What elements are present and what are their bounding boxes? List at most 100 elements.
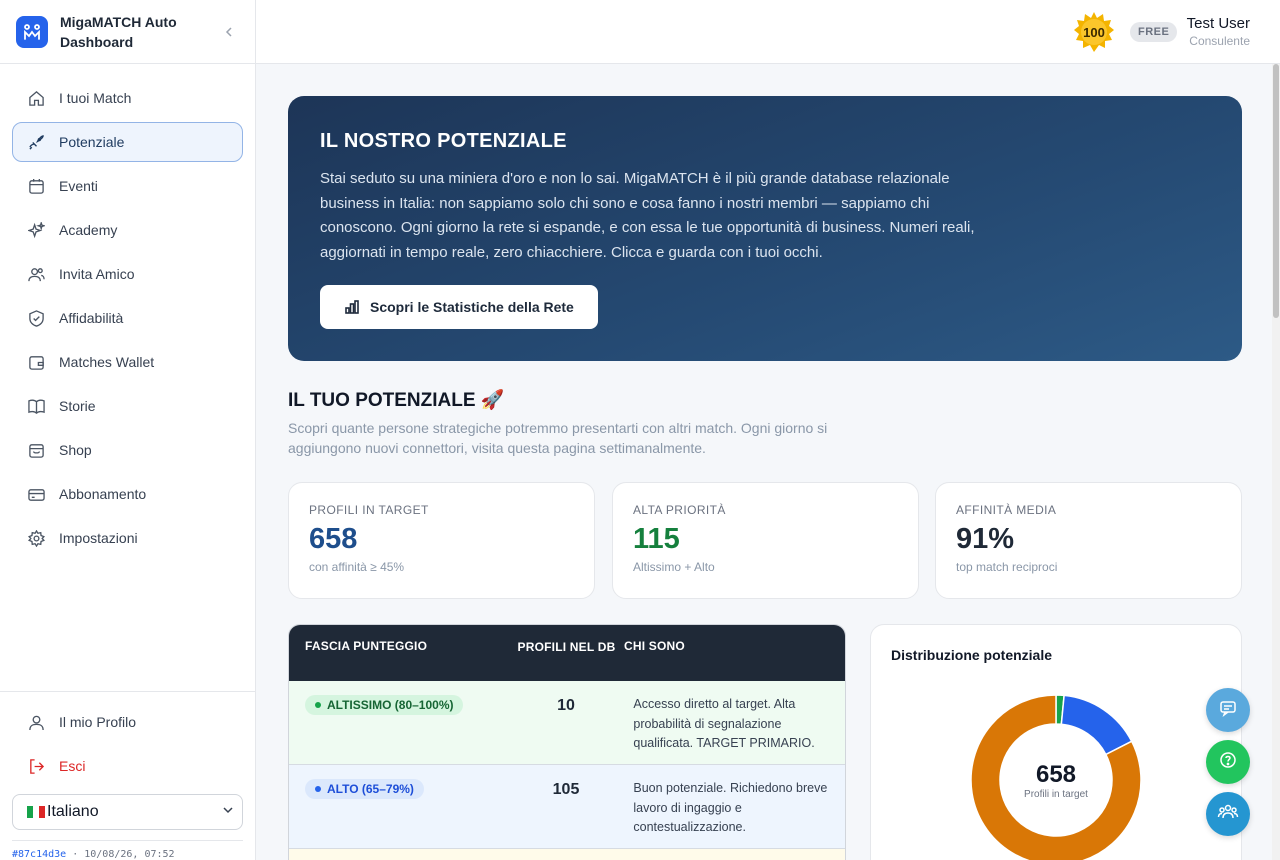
credit-card-icon [27, 485, 45, 503]
sidebar-item-label: Storie [59, 398, 96, 414]
build-hash: #87c14d3e [12, 849, 67, 860]
main-content: IL NOSTRO POTENZIALE Stai seduto su una … [256, 64, 1272, 860]
logout-button[interactable]: Esci [12, 746, 243, 786]
band-badge: ALTISSIMO (80–100%) [305, 695, 464, 715]
sidebar-item-impostazioni[interactable]: Impostazioni [12, 518, 243, 558]
stat-value: 115 [633, 523, 680, 555]
user-role: Consulente [1189, 34, 1250, 48]
table-row: ALTO (65–79%) 105 Buon potenziale. Richi… [289, 765, 845, 849]
sidebar-item-label: Impostazioni [59, 530, 138, 546]
calendar-icon [27, 177, 45, 195]
chevron-down-icon [222, 803, 234, 821]
build-info: #87c14d3e · 10/08/26, 07:52 [12, 840, 243, 860]
sidebar-item-label: Abbonamento [59, 486, 147, 502]
stat-card-priority: ALTA PRIORITÀ 115 Altissimo + Alto [612, 482, 919, 599]
user-icon [27, 713, 45, 731]
stat-label: PROFILI IN TARGET [309, 503, 429, 517]
rocket-icon [27, 133, 45, 151]
points-value: 100 [1083, 24, 1105, 40]
sidebar-item-invita-amico[interactable]: Invita Amico [12, 254, 243, 294]
sidebar-item-i-tuoi-match[interactable]: I tuoi Match [12, 78, 243, 118]
score-band-table: FASCIA PUNTEGGIO PROFILI NEL DB CHI SONO… [288, 624, 846, 860]
topbar: 100 FREE Test User Consulente [256, 0, 1280, 64]
sidebar-item-matches-wallet[interactable]: Matches Wallet [12, 342, 243, 382]
points-badge[interactable]: 100 [1074, 12, 1114, 52]
band-description: Accesso diretto al target. Alta probabil… [633, 697, 815, 750]
scrollbar-thumb[interactable] [1273, 64, 1279, 318]
sidebar-nav: I tuoi Match Potenziale Eventi Academy I… [0, 64, 255, 558]
band-label: ALTO (65–79%) [327, 782, 414, 796]
team-button[interactable] [1206, 792, 1250, 836]
home-icon [27, 89, 45, 107]
sidebar: MigaMATCH Auto Dashboard I tuoi Match Po… [0, 0, 256, 860]
status-dot-icon [315, 786, 321, 792]
handshake-logo-icon[interactable] [16, 15, 48, 48]
shield-icon [27, 309, 45, 327]
donut-center: 658 Profili in target [970, 694, 1142, 860]
sidebar-item-academy[interactable]: Academy [12, 210, 243, 250]
app-title: MigaMATCH Auto Dashboard [60, 13, 177, 50]
scrollbar[interactable] [1272, 64, 1280, 860]
user-name[interactable]: Test User [1187, 15, 1250, 32]
chevron-left-icon[interactable] [219, 22, 239, 42]
language-select[interactable]: Italiano [12, 794, 243, 830]
stat-sub: Altissimo + Alto [633, 560, 715, 574]
sidebar-item-storie[interactable]: Storie [12, 386, 243, 426]
sidebar-item-label: Invita Amico [59, 266, 135, 282]
logout-icon [27, 757, 45, 775]
chart-title: Distribuzione potenziale [891, 647, 1053, 663]
sidebar-item-profile[interactable]: Il mio Profilo [12, 702, 243, 742]
plan-badge: FREE [1130, 22, 1178, 42]
column-header: FASCIA PUNTEGGIO [305, 639, 428, 653]
status-dot-icon [315, 702, 321, 708]
sidebar-item-abbonamento[interactable]: Abbonamento [12, 474, 243, 514]
donut-center-label: Profili in target [1024, 788, 1088, 800]
stat-label: AFFINITÀ MEDIA [956, 503, 1057, 517]
section-subtitle: Scopri quante persone strategiche potrem… [288, 420, 828, 456]
users-icon [27, 265, 45, 283]
sidebar-footer: Il mio Profilo Esci Italiano #87c14d3e ·… [0, 691, 255, 860]
stat-sub: top match reciproci [956, 560, 1058, 574]
sidebar-item-label: Eventi [59, 178, 98, 194]
stat-sub: con affinità ≥ 45% [309, 560, 405, 574]
sidebar-item-potenziale[interactable]: Potenziale [12, 122, 243, 162]
help-button[interactable] [1206, 740, 1250, 784]
band-description: Buon potenziale. Richiedono breve lavoro… [633, 781, 828, 834]
sidebar-item-affidabilita[interactable]: Affidabilità [12, 298, 243, 338]
stat-card-affinity: AFFINITÀ MEDIA 91% top match reciproci [935, 482, 1242, 599]
wallet-icon [27, 353, 45, 371]
brand-header: MigaMATCH Auto Dashboard [0, 0, 255, 64]
sidebar-item-label: I tuoi Match [59, 90, 132, 106]
hero-title: IL NOSTRO POTENZIALE [320, 130, 567, 152]
sidebar-item-shop[interactable]: Shop [12, 430, 243, 470]
section-title: IL TUO POTENZIALE 🚀 [288, 390, 505, 411]
help-icon [1218, 750, 1238, 775]
network-stats-button[interactable]: Scopri le Statistiche della Rete [320, 285, 598, 329]
column-header: CHI SONO [624, 639, 685, 653]
distribution-chart-card: Distribuzione potenziale 658 Profili in … [870, 624, 1242, 860]
shopping-bag-icon [27, 441, 45, 459]
language-value: Italiano [47, 803, 99, 820]
sidebar-item-label: Potenziale [59, 134, 125, 150]
sidebar-item-label: Affidabilità [59, 310, 124, 326]
band-count: 105 [552, 781, 580, 798]
chat-button[interactable] [1206, 688, 1250, 732]
table-row [289, 849, 845, 860]
band-badge: ALTO (65–79%) [305, 779, 424, 799]
sidebar-item-label: Shop [59, 442, 92, 458]
table-header: FASCIA PUNTEGGIO PROFILI NEL DB CHI SONO [289, 625, 845, 681]
book-icon [27, 397, 45, 415]
gear-icon [27, 529, 45, 547]
sparkles-icon [27, 221, 45, 239]
stat-label: ALTA PRIORITÀ [633, 503, 726, 517]
profile-label: Il mio Profilo [59, 714, 137, 730]
band-label: ALTISSIMO (80–100%) [327, 698, 454, 712]
network-hero: IL NOSTRO POTENZIALE Stai seduto su una … [288, 96, 1242, 361]
sidebar-item-eventi[interactable]: Eventi [12, 166, 243, 206]
sidebar-item-label: Matches Wallet [59, 354, 155, 370]
bar-chart-icon [344, 299, 360, 315]
team-icon [1217, 801, 1239, 828]
build-time: · 10/08/26, 07:52 [66, 849, 175, 860]
donut-center-value: 658 [1035, 760, 1077, 788]
stat-value: 91% [956, 523, 1015, 555]
